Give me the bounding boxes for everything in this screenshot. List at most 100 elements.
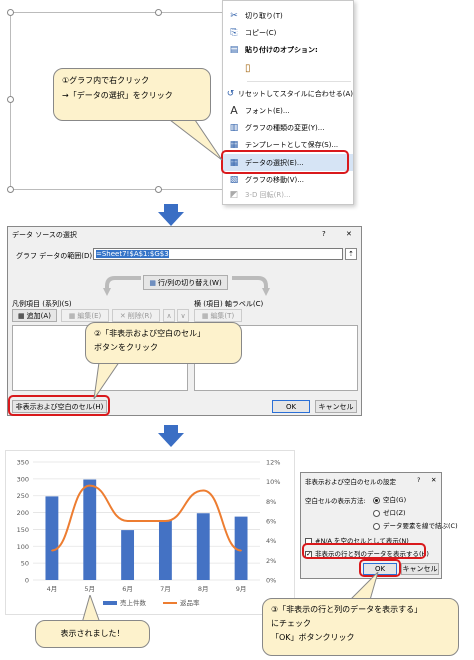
callout3-line2: にチェック <box>271 619 311 628</box>
callout1-line1: ①グラフ内で右クリック <box>62 76 150 85</box>
range-input[interactable]: =Sheet7!$A$1:$G$3 <box>93 248 343 260</box>
cancel-button[interactable]: キャンセル <box>401 563 439 575</box>
callout3-line1: ③「非表示の行と列のデータを表示する」 <box>271 605 423 614</box>
radio-connect-icon <box>373 522 380 530</box>
switch-right-arrow-icon <box>232 276 270 296</box>
reset-style-icon: ↺ <box>226 88 235 99</box>
callout-step1: ①グラフ内で右クリック →「データの選択」をクリック <box>53 68 211 121</box>
line-point-5 <box>202 489 205 492</box>
radio-zero-icon <box>373 509 380 517</box>
y-left-tick-label: 100 <box>17 543 29 551</box>
edit-icon: ▦ <box>68 311 76 320</box>
x-tick-label: 4月 <box>47 585 58 593</box>
menu-item-font[interactable]: A フォント(E)... <box>223 102 353 119</box>
move-up-button[interactable]: ∧ <box>163 309 175 322</box>
edit-axis-button[interactable]: ▦ 編集(T) <box>194 309 242 322</box>
delete-series-button[interactable]: ✕ 削除(R) <box>112 309 160 322</box>
y-left-tick-label: 150 <box>17 526 29 534</box>
move-chart-icon: ▧ <box>229 174 239 185</box>
highlight-show-hidden-checkbox <box>302 543 426 559</box>
y-right-tick-label: 6% <box>266 518 276 526</box>
rotate-3d-icon: ◩ <box>229 190 239 200</box>
axis-labels-header: 横 (項目) 軸ラベル(C) <box>194 300 264 308</box>
menu-item-change-chart-type[interactable]: ▥ グラフの種類の変更(Y)... <box>223 119 353 136</box>
menu-item-copy[interactable]: ⎘ コピー(C) <box>223 24 353 41</box>
select-data-source-dialog: データ ソースの選択 ? ✕ グラフ データの範囲(D): =Sheet7!$A… <box>7 226 362 416</box>
bar-3 <box>121 530 135 580</box>
radio-connect[interactable]: データ要素を線で結ぶ(C) <box>373 520 458 530</box>
switch-icon: ▦ <box>149 278 156 287</box>
up-icon: ∧ <box>166 311 172 320</box>
move-down-button[interactable]: ∨ <box>177 309 189 322</box>
range-label: グラフ データの範囲(D): <box>16 252 95 260</box>
radio-zero[interactable]: ゼロ(Z) <box>373 507 406 517</box>
bar-4 <box>158 519 172 580</box>
line-point-3 <box>126 520 129 522</box>
add-icon: ▦ <box>18 311 25 320</box>
paste-icon: ▤ <box>229 44 239 55</box>
collapse-range-icon[interactable]: ⇡ <box>345 248 357 260</box>
resize-handle[interactable] <box>155 9 162 16</box>
line-point-2 <box>88 484 91 487</box>
add-series-button[interactable]: ▦ 追加(A) <box>12 309 57 322</box>
bar-2 <box>83 479 97 580</box>
empty-cells-label: 空白セルの表示方法: <box>305 497 366 505</box>
x-tick-label: 5月 <box>84 585 95 593</box>
switch-left-arrow-icon <box>103 276 141 296</box>
down-icon: ∨ <box>180 311 186 320</box>
callout1-line2: →「データの選択」をクリック <box>62 91 173 101</box>
menu-item-3d-rotation[interactable]: ◩ 3-D 回転(R)... <box>223 188 353 202</box>
x-tick-label: 8月 <box>198 585 209 593</box>
menu-item-paste-option[interactable]: ▯ <box>223 60 353 77</box>
line-point-1 <box>51 549 53 552</box>
scissors-icon: ✂ <box>230 10 238 21</box>
edit-series-button[interactable]: ▦ 編集(E) <box>61 309 109 322</box>
paste-option-icon[interactable]: ▯ <box>245 63 353 74</box>
line-point-4 <box>164 520 167 522</box>
close-icon[interactable]: ✕ <box>346 230 352 238</box>
menu-item-cut[interactable]: ✂ 切り取り(T) <box>223 7 353 24</box>
y-right-tick-label: 8% <box>266 498 276 506</box>
font-icon: A <box>230 104 238 117</box>
close-icon[interactable]: ✕ <box>431 476 436 484</box>
x-tick-label: 9月 <box>236 585 247 593</box>
menu-item-reset-style[interactable]: ↺ リセットしてスタイルに合わせる(A) <box>223 85 353 102</box>
menu-item-paste-options: ▤ 貼り付けのオプション: <box>223 41 353 58</box>
y-left-tick-label: 300 <box>17 475 29 483</box>
down-arrow-icon <box>158 433 184 447</box>
y-right-tick-label: 4% <box>266 537 276 545</box>
edit-axis-icon: ▦ <box>201 311 209 320</box>
ok-button[interactable]: OK <box>272 400 310 413</box>
y-left-tick-label: 0 <box>25 577 29 585</box>
switch-row-column-button[interactable]: ▦ 行/列の切り替え(W) <box>143 275 228 290</box>
hidden-dialog-title: 非表示および空白のセルの設定 <box>305 478 396 486</box>
down-arrow-stem <box>164 425 178 433</box>
legend-entries-header: 凡例項目 (系列)(S) <box>12 300 72 308</box>
resize-handle[interactable] <box>7 186 14 193</box>
dialog-title: データ ソースの選択 <box>12 231 77 239</box>
y-left-tick-label: 200 <box>17 509 29 517</box>
radio-gaps[interactable]: 空白(G) <box>373 494 406 504</box>
callout4-text: 表示されました！ <box>60 629 125 638</box>
bar-5 <box>196 513 210 580</box>
resize-handle[interactable] <box>155 186 162 193</box>
menu-separator <box>247 81 351 82</box>
callout2-line2: ボタンをクリック <box>94 342 158 352</box>
callout1-pointer <box>169 120 223 161</box>
y-right-tick-label: 12% <box>266 459 280 467</box>
legend-label-line: 返品率 <box>180 598 200 607</box>
resize-handle[interactable] <box>7 96 14 103</box>
cancel-button[interactable]: キャンセル <box>315 400 357 413</box>
callout-step2: ②「非表示および空白のセル」 ボタンをクリック <box>85 322 242 364</box>
context-menu: ✂ 切り取り(T) ⎘ コピー(C) ▤ 貼り付けのオプション: ▯ ↺ リセットしてス… <box>222 0 354 205</box>
y-right-tick-label: 10% <box>266 478 280 486</box>
resize-handle[interactable] <box>7 9 14 16</box>
down-arrow-icon <box>158 212 184 226</box>
bar-1 <box>45 496 59 580</box>
legend-label-bars: 売上件数 <box>120 598 147 607</box>
callout-step3: ③「非表示の行と列のデータを表示する」 にチェック 「OK」ボタンクリック <box>262 598 459 656</box>
help-button[interactable]: ? <box>322 230 326 238</box>
y-left-tick-label: 250 <box>17 492 29 500</box>
help-button[interactable]: ? <box>417 476 420 484</box>
delete-icon: ✕ <box>119 311 126 320</box>
